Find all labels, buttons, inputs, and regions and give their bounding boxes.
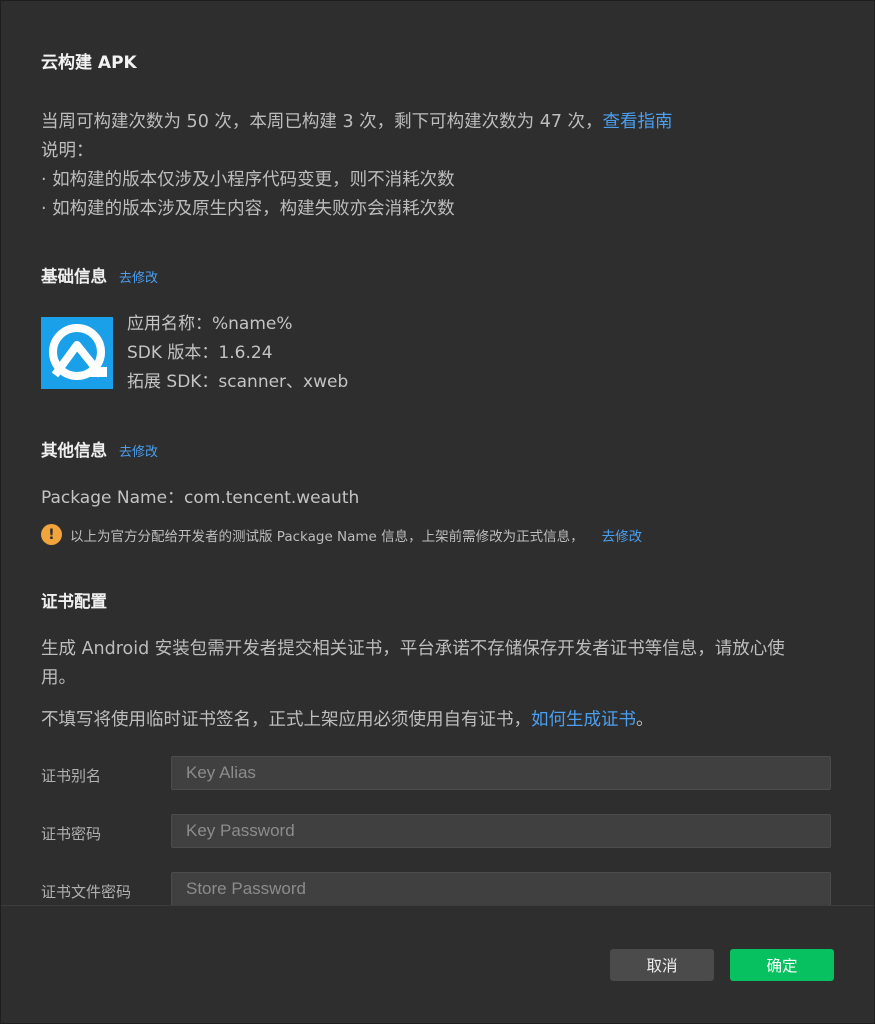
- certificate-desc-2: 不填写将使用临时证书签名，正式上架应用必须使用自有证书，如何生成证书。: [41, 706, 654, 735]
- store-password-label: 证书文件密码: [41, 883, 132, 901]
- confirm-button[interactable]: 确定: [730, 949, 834, 981]
- key-password-input[interactable]: [171, 814, 831, 848]
- basic-info-edit-link[interactable]: 去修改: [119, 271, 158, 286]
- extension-sdk: 拓展 SDK：scanner、xweb: [127, 372, 349, 392]
- note-heading: 说明：: [41, 141, 94, 161]
- note-item-1: · 如构建的版本仅涉及小程序代码变更，则不消耗次数: [41, 170, 455, 190]
- sdk-version: SDK 版本：1.6.24: [127, 343, 273, 363]
- other-info-edit-link[interactable]: 去修改: [119, 445, 158, 460]
- package-warning-edit-link[interactable]: 去修改: [602, 525, 643, 545]
- note-item-2: · 如构建的版本涉及原生内容，构建失败亦会消耗次数: [41, 199, 455, 219]
- other-info-header: 其他信息 去修改: [41, 437, 158, 461]
- certificate-desc-1: 生成 Android 安装包需开发者提交相关证书，平台承诺不存储保存开发者证书等…: [41, 639, 785, 659]
- package-name: Package Name：com.tencent.weauth: [41, 488, 360, 508]
- dialog-footer: 取消 确定: [1, 905, 874, 1023]
- other-info-heading: 其他信息: [41, 441, 107, 460]
- certificate-desc-2-end: 。: [636, 710, 654, 730]
- view-guide-link[interactable]: 查看指南: [603, 112, 673, 132]
- package-warning: ! 以上为官方分配给开发者的测试版 Package Name 信息，上架前需修改…: [41, 524, 642, 545]
- cancel-button[interactable]: 取消: [610, 949, 714, 981]
- store-password-input[interactable]: [171, 872, 831, 905]
- key-alias-label: 证书别名: [41, 767, 102, 785]
- certificate-desc-1b: 用。: [41, 668, 76, 688]
- basic-info-heading: 基础信息: [41, 267, 107, 286]
- dialog-title: 云构建 APK: [41, 53, 137, 73]
- certificate-heading: 证书配置: [41, 592, 107, 611]
- key-password-label: 证书密码: [41, 825, 102, 843]
- cloud-build-dialog: 云构建 APK 当周可构建次数为 50 次，本周已构建 3 次，剩下可构建次数为…: [1, 1, 874, 1023]
- build-quota-line: 当周可构建次数为 50 次，本周已构建 3 次，剩下可构建次数为 47 次，查看…: [41, 108, 673, 137]
- basic-info-header: 基础信息 去修改: [41, 263, 158, 287]
- key-alias-input[interactable]: [171, 756, 831, 790]
- build-quota-text: 当周可构建次数为 50 次，本周已构建 3 次，剩下可构建次数为 47 次，: [41, 112, 603, 132]
- dialog-scroll-area[interactable]: 云构建 APK 当周可构建次数为 50 次，本周已构建 3 次，剩下可构建次数为…: [1, 1, 874, 905]
- certificate-desc-2-text: 不填写将使用临时证书签名，正式上架应用必须使用自有证书，: [41, 710, 531, 730]
- warning-icon: !: [41, 524, 62, 545]
- how-to-generate-cert-link[interactable]: 如何生成证书: [531, 710, 636, 730]
- app-logo-icon: [41, 317, 113, 389]
- package-warning-text: 以上为官方分配给开发者的测试版 Package Name 信息，上架前需修改为正…: [70, 528, 584, 545]
- app-name: 应用名称：%name%: [127, 314, 293, 334]
